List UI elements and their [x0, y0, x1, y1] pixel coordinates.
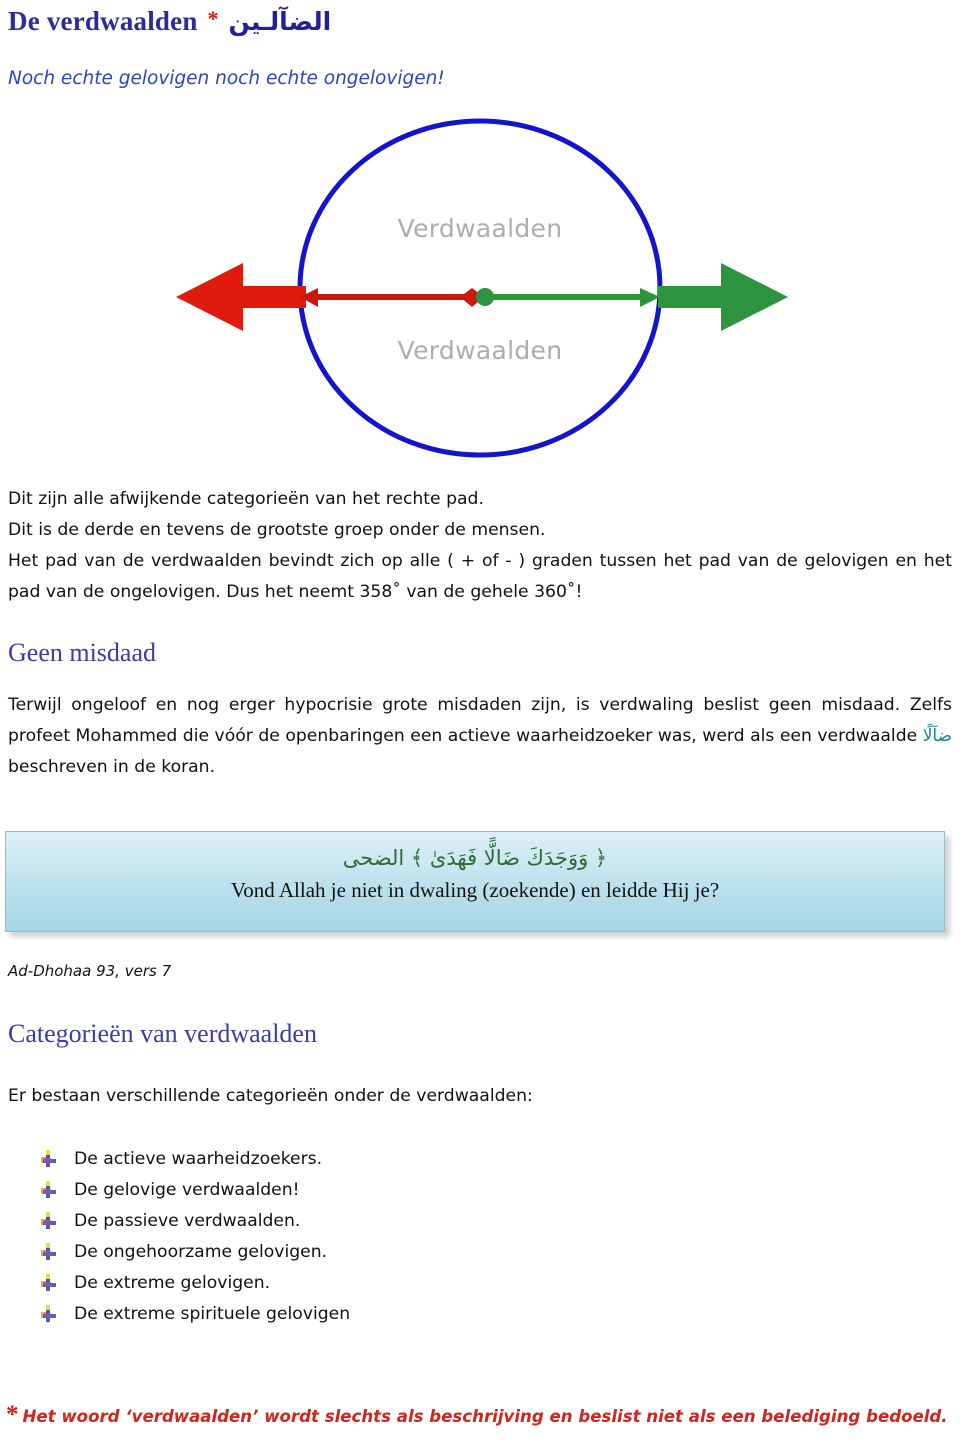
intro-paragraph-3: Het pad van de verdwaalden bevindt zich …	[8, 551, 952, 602]
verdwaalden-diagram: Verdwaalden Verdwaalden	[0, 118, 960, 458]
intro-line-1: Dit zijn alle afwijkende categorieën van…	[8, 489, 484, 509]
diagram-label-bottom: Verdwaalden	[397, 336, 563, 365]
blue-ellipse-shape	[297, 118, 663, 458]
list-item-label: De extreme spirituele gelovigen	[74, 1303, 351, 1324]
multicolor-cross-bullet-icon	[40, 1305, 57, 1322]
title-asterisk-marker: *	[207, 6, 219, 31]
list-item-label: De passieve verdwaalden.	[74, 1210, 301, 1231]
quote-arabic-text: ﴿ وَوَجَدَكَ ضَالًّا فَهَدَىٰ ﴾ الضحى	[342, 846, 608, 870]
multicolor-cross-bullet-icon	[40, 1181, 57, 1198]
green-inner-arrow	[492, 288, 660, 307]
multicolor-cross-bullet-icon	[40, 1274, 57, 1291]
inline-arabic-word-dhaal: ضآلًا	[922, 726, 952, 746]
geen-misdaad-text-part1: Terwijl ongeloof en nog erger hypocrisie…	[8, 695, 952, 746]
heading-geen-misdaad: Geen misdaad	[8, 638, 157, 667]
list-item: De passieve verdwaalden.	[40, 1205, 350, 1236]
multicolor-cross-bullet-icon	[40, 1243, 57, 1260]
title-arabic-text: الضآلـين	[228, 7, 332, 36]
list-item-label: De extreme gelovigen.	[74, 1272, 271, 1293]
intro-line-2: Dit is de derde en tevens de grootste gr…	[8, 520, 546, 540]
page-title-text: De verdwaalden	[8, 6, 198, 36]
multicolor-cross-bullet-icon	[40, 1150, 57, 1167]
multicolor-cross-bullet-icon	[40, 1212, 57, 1229]
document-page: De verdwaalden * الضآلـين Noch echte gel…	[0, 0, 960, 1452]
page-title: De verdwaalden * الضآلـين	[8, 6, 331, 37]
page-subtitle: Noch echte gelovigen noch echte ongelovi…	[8, 68, 445, 89]
geen-misdaad-text-part2: beschreven in de koran.	[8, 757, 216, 777]
categorieen-list: De actieve waarheidzoekers. De gelovige …	[40, 1143, 350, 1329]
list-item: De extreme gelovigen.	[40, 1267, 350, 1298]
red-inner-arrow	[300, 288, 484, 307]
list-item: De extreme spirituele gelovigen	[40, 1298, 350, 1329]
list-item: De ongehoorzame gelovigen.	[40, 1236, 350, 1267]
diagram-label-top: Verdwaalden	[397, 214, 563, 243]
list-item-label: De gelovige verdwaalden!	[74, 1179, 300, 1200]
list-item: De actieve waarheidzoekers.	[40, 1143, 350, 1174]
green-right-arrow	[658, 263, 788, 331]
quote-source-caption: Ad-Dhohaa 93, vers 7	[8, 962, 172, 980]
list-item: De gelovige verdwaalden!	[40, 1174, 350, 1205]
footer-asterisk-marker: *	[6, 1401, 19, 1428]
list-item-label: De actieve waarheidzoekers.	[74, 1148, 323, 1169]
diagram-svg	[176, 118, 788, 458]
list-item-label: De ongehoorzame gelovigen.	[74, 1241, 328, 1262]
center-dot	[476, 288, 494, 306]
quran-quote-box: ﴿ وَوَجَدَكَ ضَالًّا فَهَدَىٰ ﴾ الضحى Vo…	[5, 831, 945, 932]
heading-categorieen: Categorieën van verdwaalden	[8, 1019, 317, 1048]
footer-note-text: Het woord ‘verdwaalden’ wordt slechts al…	[22, 1407, 948, 1426]
footer-note: * Het woord ‘verdwaalden’ wordt slechts …	[6, 1400, 948, 1428]
red-left-arrow	[176, 263, 306, 331]
geen-misdaad-paragraph: Terwijl ongeloof en nog erger hypocrisie…	[8, 690, 952, 783]
quote-dutch-translation: Vond Allah je niet in dwaling (zoekende)…	[230, 878, 720, 903]
categorieen-lead-text: Er bestaan verschillende categorieën ond…	[8, 1086, 533, 1106]
